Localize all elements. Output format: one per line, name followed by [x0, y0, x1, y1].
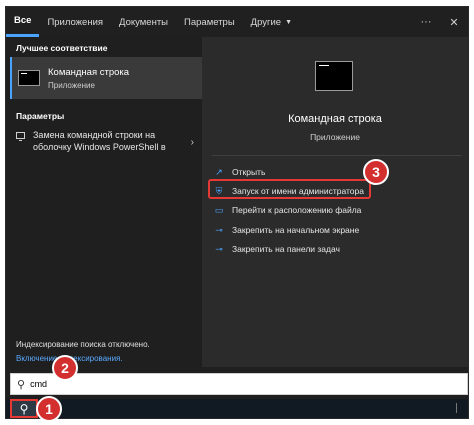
best-match-title: Лучшее соответствие	[16, 43, 108, 53]
action-pin-taskbar[interactable]: ⊸ Закрепить на панели задач	[212, 241, 340, 257]
monitor-icon	[16, 132, 25, 141]
best-match-item[interactable]: Командная строка Приложение	[10, 57, 202, 99]
tab-settings[interactable]: Параметры	[176, 7, 243, 37]
more-options-icon[interactable]: ···	[418, 16, 434, 28]
tab-documents[interactable]: Документы	[111, 7, 176, 37]
tab-all[interactable]: Все	[6, 7, 40, 37]
chevron-down-icon: ▼	[285, 18, 293, 26]
action-open[interactable]: ↗ Открыть	[212, 164, 265, 180]
action-pin-taskbar-label: Закрепить на панели задач	[232, 244, 340, 254]
params-title: Параметры	[16, 111, 65, 121]
index-status: Индексирование поиска отключено.	[16, 340, 150, 349]
tab-other[interactable]: Другие ▼	[243, 7, 300, 37]
admin-highlight-box	[208, 179, 371, 199]
search-icon: ⚲	[19, 401, 29, 416]
search-input[interactable]: ⚲ cmd	[10, 373, 468, 395]
step-badge-2: 2	[52, 355, 78, 381]
step-badge-1: 1	[36, 396, 62, 422]
search-tabs: Все Приложения Документы Параметры Други…	[6, 7, 468, 37]
best-match-name: Командная строка	[48, 66, 130, 78]
show-desktop-button[interactable]	[456, 403, 464, 413]
best-match-type: Приложение	[48, 80, 95, 90]
action-open-location-label: Перейти к расположению файла	[232, 205, 362, 215]
preview-divider	[212, 155, 462, 156]
action-open-location[interactable]: ▭ Перейти к расположению файла	[212, 202, 362, 218]
search-icon: ⚲	[17, 378, 26, 391]
pin-icon: ⊸	[215, 243, 223, 254]
chevron-right-icon: ›	[190, 137, 194, 148]
close-icon[interactable]: ✕	[446, 16, 462, 29]
preview-app-name: Командная строка	[288, 113, 382, 125]
step-badge-3: 3	[363, 159, 389, 185]
tab-other-label: Другие	[250, 16, 282, 28]
search-window: Все Приложения Документы Параметры Други…	[5, 6, 469, 419]
action-pin-start-label: Закрепить на начальном экране	[232, 225, 360, 235]
taskbar: ⚲	[6, 399, 468, 418]
results-pane: Лучшее соответствие Командная строка При…	[6, 37, 202, 367]
pin-icon: ⊸	[215, 224, 223, 235]
action-pin-start[interactable]: ⊸ Закрепить на начальном экране	[212, 222, 359, 238]
folder-icon: ▭	[214, 204, 224, 215]
param-item-powershell[interactable]: Замена командной строки на оболочку Wind…	[6, 125, 202, 159]
cmd-app-large-icon	[315, 61, 353, 91]
preview-pane: Командная строка Приложение ↗ Открыть ⛨ …	[202, 37, 468, 367]
taskbar-search-button[interactable]: ⚲	[10, 399, 38, 418]
best-match-text: Командная строка Приложение	[48, 67, 129, 90]
preview-app-type: Приложение	[310, 132, 360, 142]
tab-tools: ··· ✕	[418, 7, 462, 37]
cmd-app-icon	[18, 70, 40, 86]
action-open-label: Открыть	[232, 167, 266, 177]
tab-apps[interactable]: Приложения	[39, 7, 111, 37]
param-item-label: Замена командной строки на оболочку Wind…	[33, 130, 166, 152]
search-input-value: cmd	[30, 379, 48, 389]
open-icon: ↗	[215, 166, 223, 177]
